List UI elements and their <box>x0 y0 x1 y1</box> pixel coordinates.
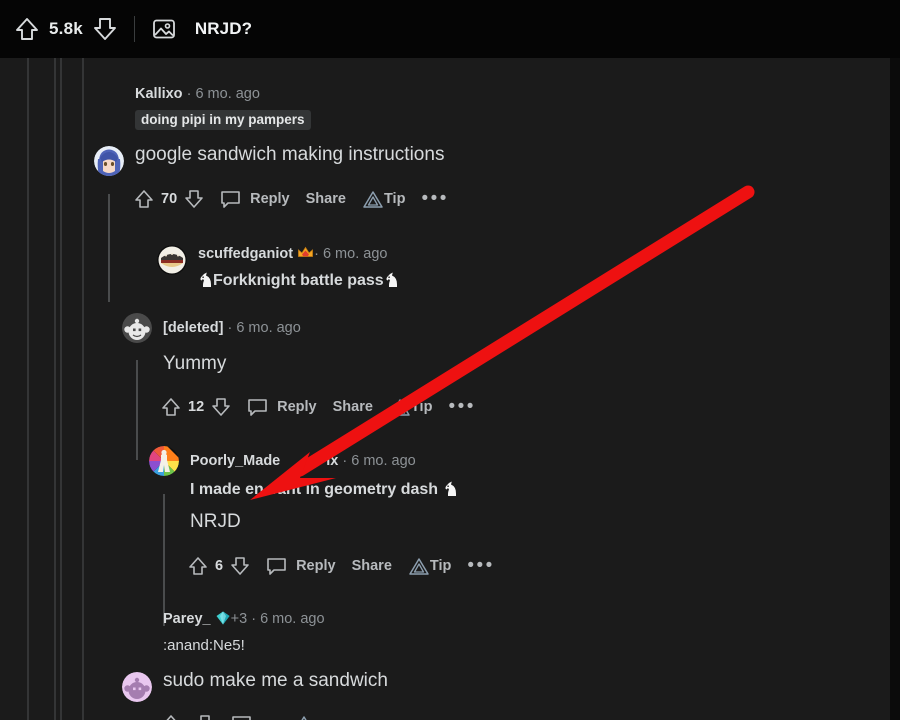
post-vote-group: 5.8k <box>14 15 118 43</box>
comment-actions: 6 Reply Share Tip ••• <box>188 555 495 577</box>
thread-rail[interactable] <box>27 58 29 720</box>
avatar[interactable] <box>94 146 124 176</box>
avatar[interactable] <box>157 245 187 275</box>
tip-triangle-icon[interactable] <box>389 397 411 417</box>
chess-knight-icon <box>384 271 399 288</box>
comment-thread-line[interactable] <box>136 360 138 460</box>
comment-bubble-icon[interactable] <box>220 189 241 209</box>
comment-thread-line[interactable] <box>108 194 110 302</box>
annotation-arrow <box>250 185 755 500</box>
comment-header: Poorly_Made ix · 6 mo. ago <box>190 452 416 470</box>
comment-bubble-icon[interactable] <box>266 556 287 576</box>
comment-timestamp: 6 mo. ago <box>236 320 301 336</box>
comment-body: Yummy <box>163 353 227 374</box>
post-score: 5.8k <box>49 19 83 38</box>
comment-username[interactable]: Parey_ <box>163 611 211 627</box>
downvote-arrow-icon[interactable] <box>230 555 250 577</box>
right-gutter <box>890 58 900 720</box>
comment-timestamp: 6 mo. ago <box>322 246 388 262</box>
thread-rail[interactable] <box>60 58 62 720</box>
comment-username[interactable]: scuffedganiot <box>198 246 293 262</box>
post-title: NRJD? <box>194 19 253 38</box>
comments-page: Kallixo · 6 mo. ago doing pipi in my pam… <box>0 58 890 720</box>
upvote-arrow-icon[interactable] <box>134 188 154 210</box>
tip-button[interactable]: Tip <box>411 399 432 415</box>
badge-count: +3 <box>230 611 248 627</box>
downvote-arrow-icon[interactable] <box>195 713 215 720</box>
more-dots-icon[interactable]: ••• <box>467 556 494 575</box>
chess-knight-icon <box>198 271 213 288</box>
share-button[interactable]: Share <box>333 399 373 415</box>
comment-bubble-icon[interactable] <box>247 397 268 417</box>
comment-username[interactable]: Poorly_Made <box>190 453 280 469</box>
arrow-down-icon[interactable] <box>92 15 118 43</box>
comment-body-text: Forkknight battle pass <box>213 272 384 289</box>
comment-score: 6 <box>215 558 224 574</box>
more-dots-icon[interactable]: ••• <box>421 189 448 208</box>
reply-button[interactable]: Reply <box>277 399 317 415</box>
reply-button[interactable]: Reply <box>250 191 290 207</box>
comment-actions: 70 Reply Share Tip ••• <box>134 188 449 210</box>
header-dot: · <box>251 611 257 627</box>
comment-score: 12 <box>188 399 205 415</box>
header-dot: · <box>314 246 319 262</box>
header-dot: · <box>342 453 348 469</box>
tip-triangle-icon[interactable] <box>293 714 315 720</box>
user-flair: doing pipi in my pampers <box>135 110 311 130</box>
image-icon[interactable] <box>151 16 177 42</box>
comment-timestamp: 6 mo. ago <box>195 86 260 102</box>
comment-body: I made en sant in geometry dash <box>190 479 458 500</box>
avatar[interactable] <box>149 446 179 476</box>
share-button[interactable]: Share <box>352 558 392 574</box>
comment-body-second-line: NRJD <box>190 511 241 532</box>
comment-body: sudo make me a sandwich <box>163 670 388 691</box>
post-toolbar: 5.8k NRJD? <box>0 0 900 58</box>
comment-body: Forkknight battle pass <box>198 270 399 291</box>
tip-triangle-icon[interactable] <box>408 556 430 576</box>
toolbar-divider <box>133 16 135 42</box>
chess-knight-icon <box>443 480 458 497</box>
header-dot: · <box>186 86 192 102</box>
more-dots-icon[interactable]: ••• <box>448 397 475 416</box>
avatar[interactable] <box>122 313 152 343</box>
thread-rail[interactable] <box>54 58 56 720</box>
comment-header: Parey_ +3 · 6 mo. ago <box>163 610 325 628</box>
tip-button[interactable]: Tip <box>430 558 451 574</box>
comment-bubble-icon[interactable] <box>231 714 252 720</box>
gem-award-icon[interactable] <box>215 610 231 626</box>
comment-score: 70 <box>161 191 178 207</box>
comment-actions: 12 Reply Share Tip ••• <box>161 396 476 418</box>
downvote-arrow-icon[interactable] <box>211 396 231 418</box>
comment-header: Kallixo · 6 mo. ago <box>135 85 260 103</box>
thread-rail[interactable] <box>82 58 84 720</box>
comment-username-suffix: ix <box>326 453 339 469</box>
user-flair-text: :anand:Ne5! <box>163 637 245 654</box>
upvote-arrow-icon[interactable] <box>188 555 208 577</box>
comment-actions <box>161 713 315 720</box>
comment-header: scuffedganiot · 6 mo. ago <box>198 244 387 263</box>
comment-thread-line[interactable] <box>163 494 165 626</box>
comment-header: [deleted] · 6 mo. ago <box>163 319 301 337</box>
arrow-up-icon[interactable] <box>14 15 40 43</box>
crown-award-icon[interactable] <box>297 244 314 261</box>
comment-body-text: I made en sant in geometry dash <box>190 481 439 498</box>
tip-triangle-icon[interactable] <box>362 189 384 209</box>
upvote-arrow-icon[interactable] <box>161 396 181 418</box>
comment-username[interactable]: Kallixo <box>135 86 183 102</box>
share-button[interactable]: Share <box>306 191 346 207</box>
header-dot: · <box>227 320 233 336</box>
comment-timestamp: 6 mo. ago <box>351 453 416 469</box>
screenshot-root: 5.8k NRJD? Kallixo · 6 mo. ago doing pip… <box>0 0 900 720</box>
comment-username[interactable]: [deleted] <box>163 320 223 336</box>
comment-timestamp: 6 mo. ago <box>260 611 325 627</box>
downvote-arrow-icon[interactable] <box>184 188 204 210</box>
tip-button[interactable]: Tip <box>384 191 405 207</box>
avatar[interactable] <box>122 672 152 702</box>
comment-body: google sandwich making instructions <box>135 144 445 165</box>
reply-button[interactable]: Reply <box>296 558 336 574</box>
upvote-arrow-icon[interactable] <box>161 713 181 720</box>
